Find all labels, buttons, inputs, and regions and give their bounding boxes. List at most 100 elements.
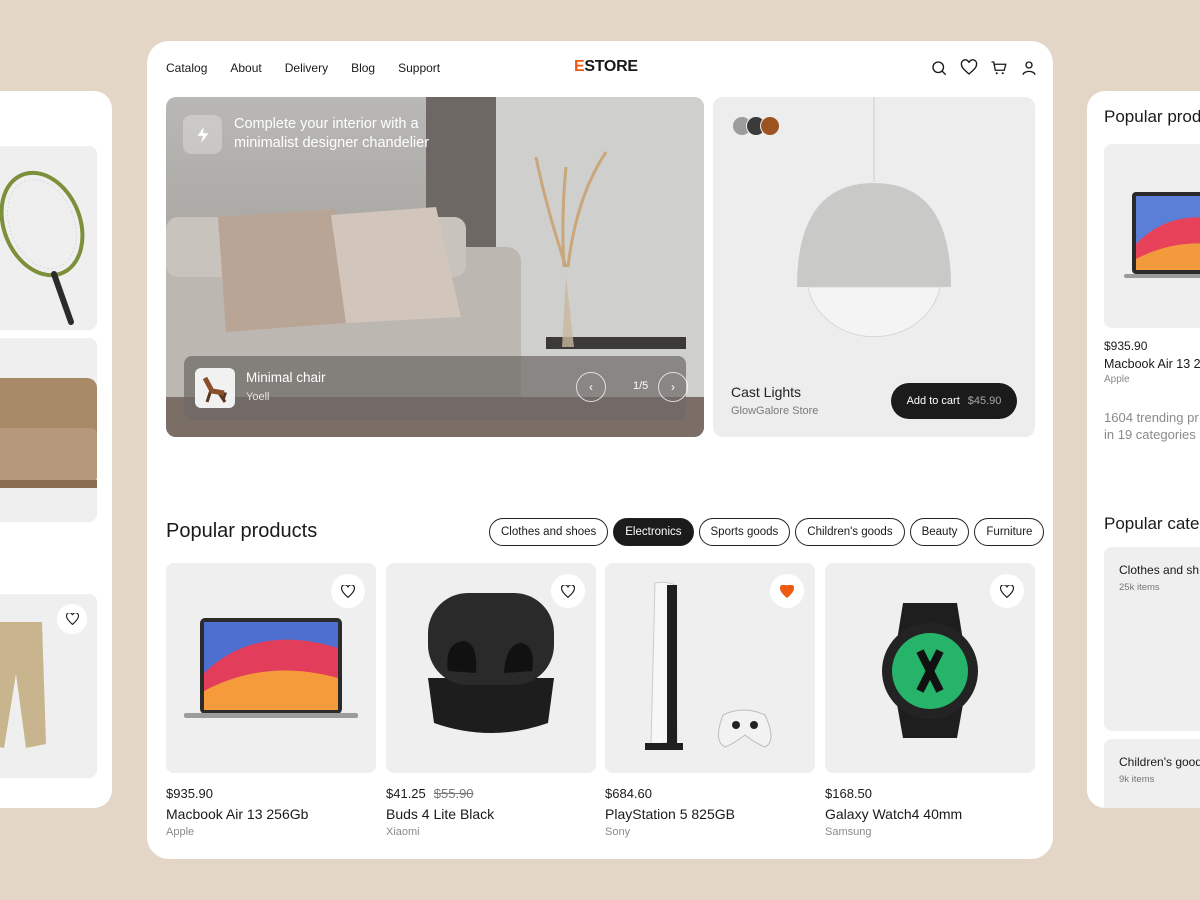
product-card[interactable]: $41.25 $55.90 Buds 4 Lite Black Xiaomi	[386, 563, 596, 838]
heart-icon	[65, 613, 79, 625]
store-logo[interactable]: ESTORE	[574, 58, 638, 76]
product-name[interactable]: Macbook Air 13 256Gb	[166, 806, 376, 822]
category-name: Clothes and sh	[1119, 563, 1200, 577]
hero-banner[interactable]: Complete your interior with a minimalist…	[166, 97, 704, 437]
featured-product-store: GlowGalore Store	[731, 405, 819, 417]
main-store-window: Catalog About Delivery Blog Support ESTO…	[147, 41, 1053, 859]
search-icon[interactable]	[930, 59, 948, 77]
previous-slide-button[interactable]: ‹	[576, 372, 606, 402]
product-price: $684.60	[605, 786, 815, 801]
add-to-cart-button[interactable]: Add to cart $45.90	[891, 383, 1017, 419]
featured-product-card[interactable]: Cast Lights GlowGalore Store Add to cart…	[713, 97, 1035, 437]
pendant-lamp-image	[797, 97, 951, 338]
tennis-racket-tile[interactable]	[0, 146, 97, 330]
hero-product-bar: Minimal chair Yoell ‹ 1/5 ›	[184, 356, 688, 420]
category-filters: Clothes and shoes Electronics Sports goo…	[489, 518, 1045, 546]
nav-catalog[interactable]: Catalog	[166, 61, 207, 75]
slide-counter: 1/5	[633, 380, 649, 392]
heart-filled-icon	[780, 584, 794, 598]
right-product-brand: Apple	[1104, 374, 1130, 385]
favorite-button[interactable]	[331, 574, 365, 608]
filter-electronics[interactable]: Electronics	[613, 518, 694, 546]
logo-text: STORE	[584, 58, 638, 75]
product-price: $41.25 $55.90	[386, 786, 596, 801]
right-product-name[interactable]: Macbook Air 13 25	[1104, 357, 1200, 371]
trending-text: 1604 trending pr in 19 categories	[1104, 409, 1199, 443]
header-actions	[930, 59, 1038, 77]
laptop-image	[1124, 192, 1200, 278]
left-preview-card	[0, 91, 112, 808]
nav-support[interactable]: Support	[398, 61, 440, 75]
current-price: $41.25	[386, 786, 426, 801]
hero-product-name[interactable]: Minimal chair	[246, 370, 326, 385]
right-product-price: $935.90	[1104, 339, 1148, 353]
product-brand: Apple	[166, 826, 195, 838]
filter-clothes-and-shoes[interactable]: Clothes and shoes	[489, 518, 609, 546]
next-slide-button[interactable]: ›	[658, 372, 688, 402]
current-price: $168.50	[825, 786, 872, 801]
add-to-cart-label: Add to cart	[906, 395, 960, 407]
pants-tile[interactable]	[0, 594, 97, 778]
cart-icon[interactable]	[990, 59, 1008, 77]
category-card[interactable]: Children's good 9k items	[1104, 739, 1200, 808]
category-count: 9k items	[1119, 774, 1155, 785]
category-card[interactable]: Clothes and sh 25k items	[1104, 547, 1200, 731]
top-nav: Catalog About Delivery Blog Support	[166, 61, 440, 75]
current-price: $935.90	[166, 786, 213, 801]
product-brand: Samsung	[825, 826, 872, 838]
logo-accent: E	[574, 58, 585, 75]
nav-delivery[interactable]: Delivery	[285, 61, 328, 75]
trending-line-2: in 19 categories	[1104, 427, 1196, 442]
chevron-left-icon: ‹	[589, 380, 593, 394]
category-name: Children's good	[1119, 755, 1200, 769]
nav-about[interactable]: About	[230, 61, 261, 75]
product-image[interactable]	[605, 563, 815, 773]
filter-sports-goods[interactable]: Sports goods	[698, 518, 791, 546]
product-name[interactable]: PlayStation 5 825GB	[605, 806, 815, 822]
heart-icon[interactable]	[960, 59, 978, 77]
old-price: $55.90	[433, 786, 474, 801]
hero-title: Complete your interior with a minimalist…	[234, 116, 430, 151]
hero-badge	[183, 115, 222, 154]
product-name[interactable]: Buds 4 Lite Black	[386, 806, 596, 822]
product-image[interactable]	[825, 563, 1035, 773]
product-image[interactable]	[166, 563, 376, 773]
favorite-button[interactable]	[770, 574, 804, 608]
filter-beauty[interactable]: Beauty	[909, 518, 970, 546]
favorite-button[interactable]	[990, 574, 1024, 608]
current-price: $684.60	[605, 786, 652, 801]
product-card[interactable]: $168.50 Galaxy Watch4 40mm Samsung	[825, 563, 1035, 838]
favorite-button[interactable]	[551, 574, 585, 608]
add-to-cart-price: $45.90	[967, 395, 1002, 407]
right-product-tile[interactable]	[1104, 144, 1200, 328]
tennis-racket-image	[0, 170, 85, 325]
user-icon[interactable]	[1020, 59, 1038, 77]
product-brand: Sony	[605, 826, 631, 838]
hero-product-brand: Yoell	[246, 391, 270, 403]
sofa-image	[0, 378, 97, 488]
featured-product-name[interactable]: Cast Lights	[731, 384, 801, 400]
popular-products-title: Popular products	[166, 520, 318, 542]
nav-blog[interactable]: Blog	[351, 61, 375, 75]
right-preview-card: Popular prod $935.90 Macbook Air 13 25 A…	[1087, 91, 1200, 808]
heart-icon	[341, 584, 355, 598]
sofa-tile[interactable]	[0, 338, 97, 522]
product-card[interactable]: $935.90 Macbook Air 13 256Gb Apple	[166, 563, 376, 838]
product-card[interactable]: $684.60 PlayStation 5 825GB Sony	[605, 563, 815, 838]
right-categories-title: Popular cate	[1104, 514, 1200, 533]
product-name[interactable]: Galaxy Watch4 40mm	[825, 806, 1035, 822]
product-price: $935.90	[166, 786, 376, 801]
chair-image	[202, 376, 227, 403]
product-price: $168.50	[825, 786, 1035, 801]
product-brand: Xiaomi	[386, 826, 420, 838]
product-thumbnail[interactable]	[195, 368, 235, 408]
filter-furniture[interactable]: Furniture	[974, 518, 1045, 546]
favorite-button[interactable]	[57, 604, 87, 634]
right-section-title: Popular prod	[1104, 107, 1200, 126]
chevron-right-icon: ›	[671, 380, 675, 394]
filter-childrens-goods[interactable]: Children's goods	[795, 518, 905, 546]
product-image[interactable]	[386, 563, 596, 773]
heart-icon	[1000, 584, 1014, 598]
category-count: 25k items	[1119, 582, 1160, 593]
bolt-icon	[197, 126, 208, 143]
